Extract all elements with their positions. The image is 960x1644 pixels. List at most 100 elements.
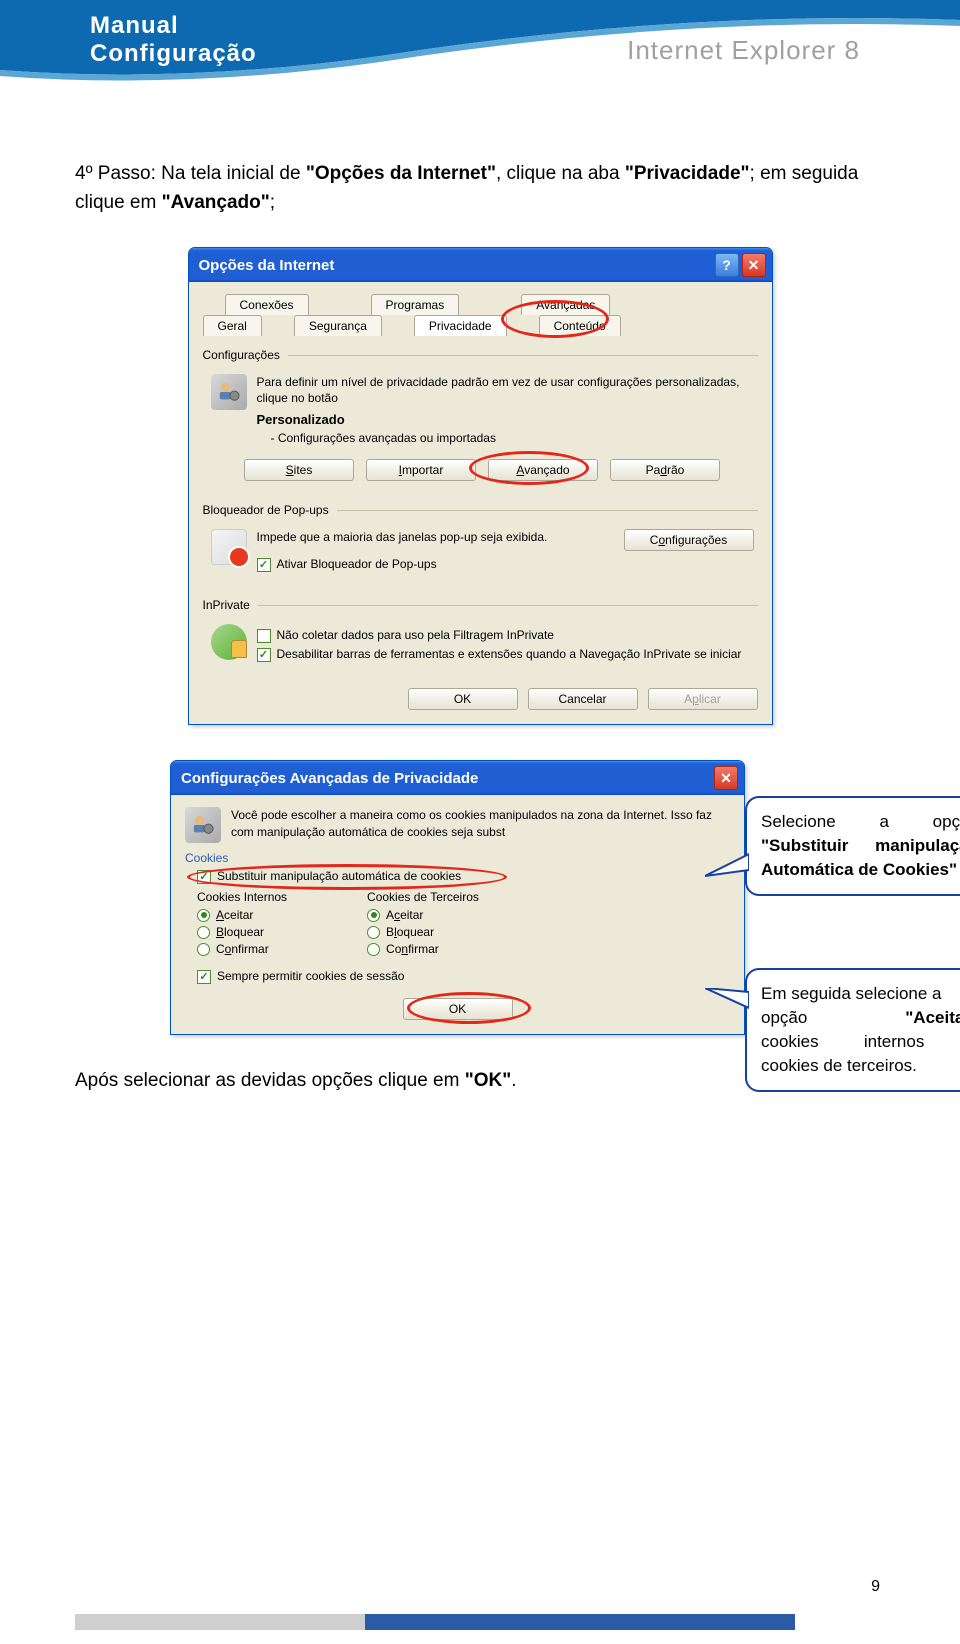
tab-avancadas[interactable]: Avançadas	[521, 294, 610, 315]
inprivate-check2-row[interactable]: Desabilitar barras de ferramentas e exte…	[257, 647, 754, 662]
popup-blocker-icon	[211, 529, 247, 565]
thr-accept-label: Aceitar	[386, 908, 423, 922]
cancel-button[interactable]: Cancelar	[528, 688, 638, 710]
int-confirm-row[interactable]: Confirmar	[197, 942, 287, 956]
col2-title: Cookies de Terceiros	[367, 890, 479, 904]
c2-l4: cookies de terceiros.	[761, 1054, 960, 1078]
int-accept-radio[interactable]	[197, 909, 210, 922]
btn-imp-rest: mportar	[402, 463, 443, 477]
dialog2-titlebar[interactable]: Configurações Avançadas de Privacidade ✕	[171, 761, 744, 795]
intro-q1: "Opções da Internet"	[306, 163, 496, 184]
thr-accept-radio[interactable]	[367, 909, 380, 922]
tab-row-back: Conexões Programas Avançadas	[203, 294, 758, 315]
int-block-row[interactable]: Bloquear	[197, 925, 287, 939]
popup-desc: Impede que a maioria das janelas pop-up …	[257, 529, 612, 545]
tab-programas[interactable]: Programas	[371, 294, 460, 315]
dialog1-titlebar[interactable]: Opções da Internet ? ✕	[189, 248, 772, 282]
cookies-section-label: Cookies	[185, 851, 730, 865]
c1-w2: a	[879, 810, 888, 834]
tab-row-front: Geral Segurança Privacidade Conteúdo	[203, 315, 758, 336]
thr-confirm-row[interactable]: Confirmar	[367, 942, 479, 956]
c1-w5: manipulação	[875, 834, 960, 858]
substitute-checkbox[interactable]	[197, 870, 211, 884]
tab-geral[interactable]: Geral	[203, 315, 262, 336]
dialog1-body: Conexões Programas Avançadas Geral Segur…	[189, 282, 772, 724]
btn-av-rest: vançado	[524, 463, 569, 477]
dialog2-wrap: Configurações Avançadas de Privacidade ✕…	[170, 760, 790, 1035]
inprivate-check1-row[interactable]: Não coletar dados para uso pela Filtrage…	[257, 628, 754, 643]
c2-w3: cookies	[761, 1030, 819, 1054]
popup-checkbox[interactable]	[257, 558, 271, 572]
group-configuracoes: Configurações Para definir um nível de p…	[203, 348, 758, 487]
group-inprivate: InPrivate Não coletar dados para uso pel…	[203, 598, 758, 672]
tab-privacidade[interactable]: Privacidade	[414, 315, 507, 336]
c1-w1: Selecione	[761, 810, 836, 834]
int-accept-row[interactable]: Aceitar	[197, 908, 287, 922]
intro-mid: , clique na aba	[496, 163, 625, 184]
inprivate-check1-label: Não coletar dados para uso pela Filtrage…	[277, 628, 554, 642]
ok-button-2[interactable]: OK	[403, 998, 513, 1020]
btn-sites-rest: ites	[294, 463, 313, 477]
thr-block-radio[interactable]	[367, 926, 380, 939]
int-block-radio[interactable]	[197, 926, 210, 939]
ok-button[interactable]: OK	[408, 688, 518, 710]
int-confirm-radio[interactable]	[197, 943, 210, 956]
avancado-button[interactable]: Avançado	[488, 459, 598, 481]
thr-block-row[interactable]: Bloquear	[367, 925, 479, 939]
c1-w4: "Substituir	[761, 834, 848, 858]
bottom-pre: Após selecionar as devidas opções clique…	[75, 1070, 465, 1091]
tab-conteudo[interactable]: Conteúdo	[539, 315, 621, 336]
callout-substitute: Selecioneaopção "Substituirmanipulação A…	[745, 796, 960, 895]
bottom-q: "OK"	[465, 1070, 512, 1091]
group-inprivate-title: InPrivate	[203, 598, 250, 612]
int-block-label: Bloquear	[216, 925, 264, 939]
substitute-check-label: Substituir manipulação automática de coo…	[217, 869, 461, 883]
dialog1-title: Opções da Internet	[199, 257, 712, 274]
apply-label: Aplicar	[684, 692, 721, 706]
intro-q2: "Privacidade"	[625, 163, 750, 184]
tab-container: Conexões Programas Avançadas Geral Segur…	[203, 294, 758, 336]
help-button[interactable]: ?	[715, 253, 739, 277]
header-title-right: Internet Explorer 8	[627, 35, 860, 66]
col-third: Cookies de Terceiros Aceitar Bloquear Co…	[367, 890, 479, 959]
intro-end: ;	[270, 192, 275, 213]
apply-button[interactable]: Aplicar	[648, 688, 758, 710]
tab-conexoes[interactable]: Conexões	[225, 294, 309, 315]
padrao-button[interactable]: Padrão	[610, 459, 720, 481]
inprivate-checkbox1[interactable]	[257, 629, 271, 643]
importar-button[interactable]: Importar	[366, 459, 476, 481]
inprivate-checkbox2[interactable]	[257, 648, 271, 662]
dialog2-body: Você pode escolher a maneira como os coo…	[171, 795, 744, 1034]
config-bold: Personalizado	[257, 412, 754, 427]
sites-button[interactable]: Sites	[244, 459, 354, 481]
close-button-2[interactable]: ✕	[714, 766, 738, 790]
popup-config-button[interactable]: Configurações	[624, 529, 754, 551]
session-checkbox[interactable]	[197, 970, 211, 984]
config-sub: - Configurações avançadas ou importadas	[271, 431, 754, 445]
thr-accept-row[interactable]: Aceitar	[367, 908, 479, 922]
thr-confirm-label: Confirmar	[386, 942, 439, 956]
group-popup-title: Bloqueador de Pop-ups	[203, 503, 329, 517]
substitute-check-row[interactable]: Substituir manipulação automática de coo…	[197, 869, 730, 884]
c2-w2: "Aceitar"	[905, 1006, 960, 1030]
col-internal: Cookies Internos Aceitar Bloquear Confir…	[197, 890, 287, 959]
btn-conf-rest: nfigurações	[665, 533, 727, 547]
privacy-icon	[211, 374, 247, 410]
popup-check-row[interactable]: Ativar Bloqueador de Pop-ups	[257, 557, 754, 572]
int-accept-label: Aceitar	[216, 908, 253, 922]
dialog2-footer: OK	[185, 998, 730, 1020]
callout2-tail	[705, 988, 749, 1018]
col1-title: Cookies Internos	[197, 890, 287, 904]
int-confirm-label: Confirmar	[216, 942, 269, 956]
close-button[interactable]: ✕	[742, 253, 766, 277]
thr-block-label: Bloquear	[386, 925, 434, 939]
c1-l3: Automática de Cookies"	[761, 858, 960, 882]
instruction-text: 4º Passo: Na tela inicial de "Opções da …	[75, 160, 885, 217]
group-popup: Bloqueador de Pop-ups Impede que a maior…	[203, 503, 758, 582]
privacy-icon-2	[185, 807, 221, 843]
tab-seguranca[interactable]: Segurança	[294, 315, 382, 336]
session-check-row[interactable]: Sempre permitir cookies de sessão	[197, 969, 730, 984]
dialog2-desc: Você pode escolher a maneira como os coo…	[231, 807, 730, 839]
thr-confirm-radio[interactable]	[367, 943, 380, 956]
group-config-title: Configurações	[203, 348, 280, 362]
